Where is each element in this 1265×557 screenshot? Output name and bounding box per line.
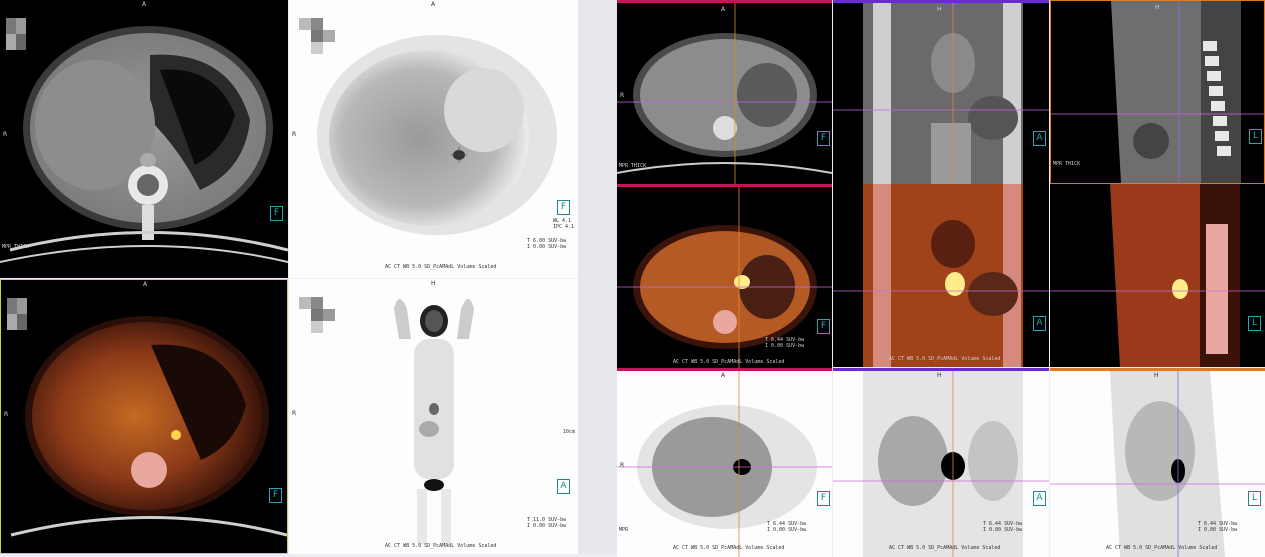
ct-axial-image (0, 26, 288, 263)
fusion-axial-viewport[interactable]: A R F (0, 279, 288, 554)
reconstruction-label: MPR THICK (1053, 161, 1081, 167)
suv-scale-label: T 11.0 SUV-bw I 0.00 SUV-bw (527, 517, 567, 529)
orientation-badge: F (270, 206, 283, 221)
orientation-badge: L (1248, 316, 1261, 331)
ct-sagittal-viewport[interactable]: H L MPR THICK (1050, 0, 1265, 184)
fusion-axial-image (10, 316, 287, 537)
left-orientation-label: R (620, 462, 625, 469)
reconstruction-label: MPR (619, 527, 629, 533)
series-footer: AC CT WB 5.0 SD_PcAMAdL Volume Scaled (889, 356, 1001, 362)
left-orientation-label: R (292, 131, 297, 138)
pet-mip-viewport[interactable]: H R 10cm A T 11.0 SUV-bw I 0.00 SUV-bw A… (289, 279, 578, 554)
top-orientation-label: H (431, 280, 436, 287)
orientation-badge: L (1248, 491, 1261, 506)
left-orientation-label: R (4, 411, 9, 418)
orientation-badge: A (1033, 491, 1046, 506)
series-footer: AC CT WB 5.0 SD_PcAMAdL Volume Scaled (673, 359, 785, 365)
top-orientation-label: A (143, 281, 148, 288)
suv-scale-label: T 6.44 SUV-bw I 0.00 SUV-bw (767, 521, 807, 533)
left-orientation-label: R (292, 410, 297, 417)
fusion-axial-2-viewport[interactable]: F T 6.44 SUV-bw I 0.00 SUV-bw AC CT WB 5… (617, 184, 832, 370)
window-level-label: WL 4.1 IPC 4.1 (553, 218, 575, 230)
top-orientation-label: H (1155, 4, 1160, 11)
orientation-badge: A (1033, 316, 1046, 331)
pet-sagittal-viewport[interactable]: H L T 6.44 SUV-bw I 0.00 SUV-bw AC CT WB… (1050, 368, 1265, 557)
ct-sagittal-image (1051, 1, 1264, 183)
orientation-badge: F (817, 319, 830, 334)
orientation-badge: F (557, 200, 570, 215)
pet-axial-viewport[interactable]: A R F WL 4.1 IPC 4.1 T 6.00 SUV-bw I 0.0… (289, 0, 578, 278)
top-orientation-label: A (142, 1, 147, 8)
orientation-badge: F (817, 491, 830, 506)
top-orientation-label: H (937, 372, 942, 379)
pet-axial-2-viewport[interactable]: A R F T 6.44 SUV-bw I 0.00 SUV-bw MPR AC… (617, 368, 832, 557)
series-footer: AC CT WB 5.0 SD_PcAMAdL Volume Scaled (385, 264, 497, 270)
top-orientation-label: H (937, 6, 942, 13)
suv-scale-label: T 6.44 SUV-bw I 0.00 SUV-bw (765, 337, 805, 349)
top-orientation-label: H (1154, 372, 1159, 379)
left-orientation-label: R (3, 131, 8, 138)
orientation-badge: A (1033, 131, 1046, 146)
series-footer: AC CT WB 5.0 SD_PcAMAdL Volume Scaled (673, 545, 785, 551)
top-orientation-label: A (721, 372, 726, 379)
fusion-sagittal-image (1050, 184, 1265, 367)
viewer-gap (578, 0, 617, 554)
ct-axial-2-viewport[interactable]: A R F MPR THICK (617, 0, 832, 186)
top-orientation-label: A (721, 6, 726, 13)
left-orientation-label: R (620, 92, 625, 99)
scale-label: 10cm (563, 429, 576, 435)
suv-scale-label: T 6.44 SUV-bw I 0.00 SUV-bw (1198, 521, 1238, 533)
orientation-badge: F (269, 488, 282, 503)
series-footer: AC CT WB 5.0 SD_PcAMAdL Volume Scaled (1106, 545, 1218, 551)
orientation-badge: F (817, 131, 830, 146)
reconstruction-label: MPR THICK (619, 163, 647, 169)
ct-coronal-image (833, 3, 1049, 186)
ct-axial-2-image (617, 3, 832, 186)
fusion-coronal-image (833, 184, 1049, 367)
orientation-badge: L (1249, 129, 1262, 144)
top-orientation-label: A (431, 1, 436, 8)
suv-scale-label: T 6.00 SUV-bw I 0.00 SUV-bw (527, 238, 567, 250)
series-footer: AC CT WB 5.0 SD_PcAMAdL Volume Scaled (889, 545, 1001, 551)
fusion-sagittal-viewport[interactable]: L (1050, 184, 1265, 367)
ct-axial-viewport[interactable]: A R MPR THICK F (0, 0, 288, 278)
series-footer: AC CT WB 5.0 SD_PcAMAdL Volume Scaled (385, 543, 497, 549)
fusion-coronal-viewport[interactable]: A AC CT WB 5.0 SD_PcAMAdL Volume Scaled (833, 184, 1049, 367)
suv-scale-label: T 6.44 SUV-bw I 0.00 SUV-bw (983, 521, 1023, 533)
ct-coronal-viewport[interactable]: H A (833, 0, 1049, 186)
orientation-badge: A (557, 479, 570, 494)
pet-coronal-viewport[interactable]: H A T 6.44 SUV-bw I 0.00 SUV-bw AC CT WB… (833, 368, 1049, 557)
reconstruction-label: MPR THICK (2, 244, 30, 250)
